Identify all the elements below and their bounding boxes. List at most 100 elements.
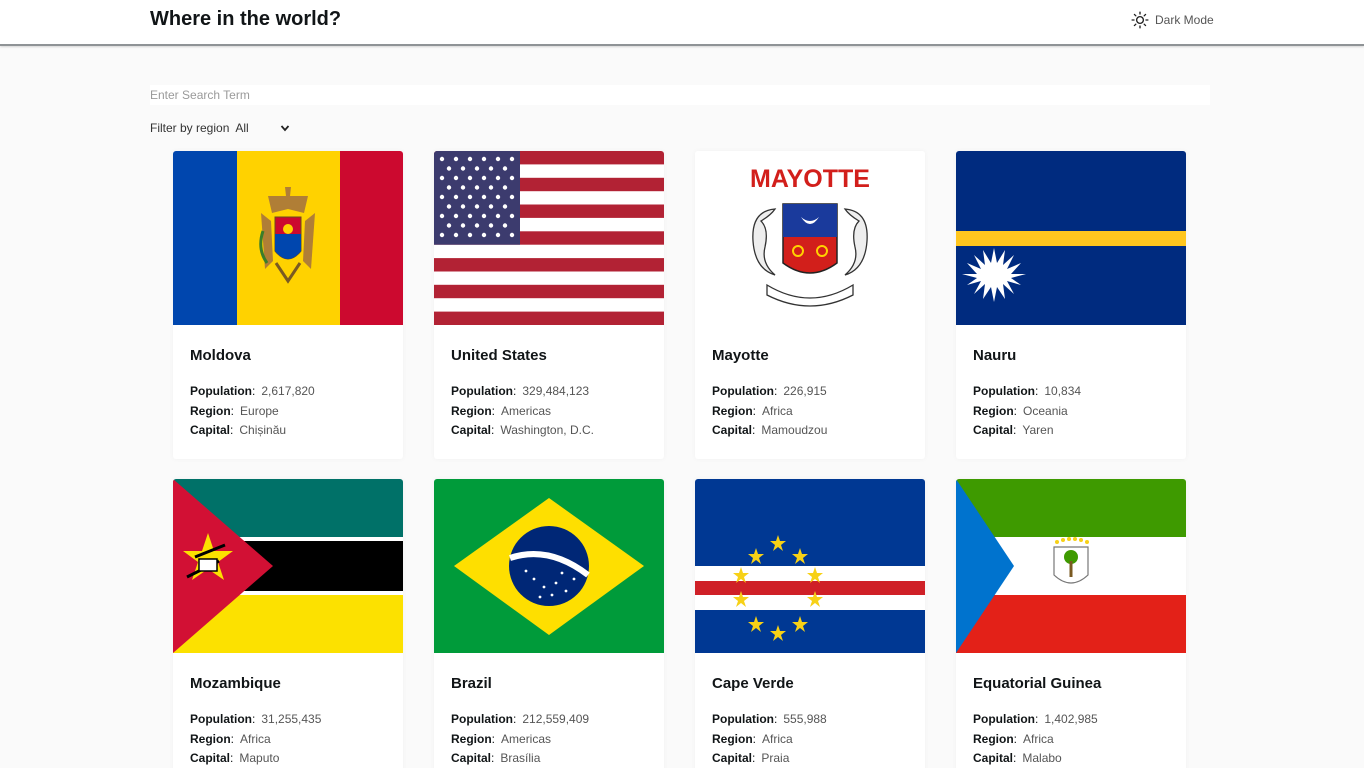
population-row: Population: 555,988 [712,712,827,726]
population-value: 555,988 [783,712,827,726]
country-name: Nauru [973,347,1017,364]
population-value: 31,255,435 [261,712,322,726]
dark-mode-label: Dark Mode [1155,13,1214,27]
capital-row: Capital: Maputo [190,751,280,765]
capital-label: Capital [973,751,1014,765]
region-value: Americas [501,404,552,418]
population-row: Population: 1,402,985 [973,712,1098,726]
population-value: 329,484,123 [522,384,590,398]
flag-moldova [173,151,403,325]
population-row: Population: 212,559,409 [451,712,590,726]
capital-label: Capital [973,423,1014,437]
flag-nauru [956,151,1186,325]
population-value: 2,617,820 [261,384,315,398]
flag-united-states [434,151,664,325]
region-value: Africa [762,732,793,746]
capital-label: Capital [451,423,492,437]
capital-row: Capital: Chișinău [190,423,287,437]
population-label: Population [973,712,1035,726]
population-value: 212,559,409 [522,712,590,726]
region-value: Oceania [1023,404,1068,418]
capital-label: Capital [190,423,231,437]
region-row: Region: Americas [451,732,552,746]
country-card-mozambique[interactable]: Mozambique Population: 31,255,435 Region:… [173,479,403,768]
capital-row: Capital: Brasília [451,751,541,765]
capital-value: Mamoudzou [761,423,828,437]
country-card-united-states[interactable]: United States Population: 329,484,123 Reg… [434,151,664,459]
region-label: Region [451,732,492,746]
capital-value: Maputo [239,751,280,765]
country-name: Mozambique [190,675,281,692]
country-card-nauru[interactable]: Nauru Population: 10,834 Region: Oceania C… [956,151,1186,459]
region-select-value: All [235,121,249,135]
capital-value: Brasília [500,751,541,765]
population-row: Population: 329,484,123 [451,384,590,398]
chevron-down-icon [281,125,290,132]
population-label: Population [712,712,774,726]
population-row: Population: 2,617,820 [190,384,315,398]
header: Where in the world? Dark Mode [0,0,1364,46]
flag-mozambique [173,479,403,653]
region-row: Region: Africa [190,732,271,746]
capital-value: Yaren [1022,423,1054,437]
flag-equatorial-guinea [956,479,1186,653]
region-value: Africa [762,404,793,418]
dark-mode-toggle[interactable]: Dark Mode [1131,11,1214,29]
population-label: Population [712,384,774,398]
region-row: Region: Africa [712,732,793,746]
population-row: Population: 31,255,435 [190,712,322,726]
flag-mayotte: MAYOTTE [695,151,925,325]
capital-value: Praia [761,751,790,765]
capital-value: Washington, D.C. [500,423,594,437]
capital-row: Capital: Mamoudzou [712,423,828,437]
region-label: Region [712,404,753,418]
country-card-cape-verde[interactable]: Cape Verde Population: 555,988 Region: Afr… [695,479,925,768]
region-label: Region [973,732,1014,746]
region-label: Region [451,404,492,418]
region-value: Americas [501,732,552,746]
flag-brazil [434,479,664,653]
country-card-moldova[interactable]: Moldova Population: 2,617,820 Region: Euro… [173,151,403,459]
country-name: Brazil [451,675,492,692]
filter-label: Filter by region [150,121,230,135]
flag-cape-verde [695,479,925,653]
country-name: Cape Verde [712,675,794,692]
region-value: Africa [1023,732,1054,746]
capital-row: Capital: Washington, D.C. [451,423,594,437]
country-name: Equatorial Guinea [973,675,1102,692]
region-row: Region: Africa [973,732,1054,746]
region-row: Region: Europe [190,404,279,418]
population-label: Population [451,712,513,726]
region-label: Region [190,404,231,418]
region-label: Region [712,732,753,746]
search-input[interactable] [150,85,1210,105]
capital-row: Capital: Yaren [973,423,1054,437]
country-name: United States [451,347,547,364]
region-filter: Filter by region All [150,120,290,136]
country-name: Mayotte [712,347,769,364]
mayotte-flag-text: MAYOTTE [750,165,870,193]
region-select[interactable]: All [235,121,290,135]
population-value: 10,834 [1044,384,1082,398]
country-name: Moldova [190,347,251,364]
capital-label: Capital [451,751,492,765]
population-label: Population [190,384,252,398]
population-label: Population [190,712,252,726]
region-label: Region [190,732,231,746]
capital-value: Chișinău [239,423,287,437]
page-title: Where in the world? [150,8,342,30]
capital-label: Capital [190,751,231,765]
population-value: 1,402,985 [1044,712,1098,726]
region-row: Region: Americas [451,404,552,418]
sun-icon [1131,11,1149,29]
region-row: Region: Oceania [973,404,1068,418]
country-card-mayotte[interactable]: MAYOTTE Mayotte Population: 226,915 Regio… [695,151,925,459]
region-value: Africa [240,732,271,746]
capital-value: Malabo [1022,751,1062,765]
country-card-equatorial-guinea[interactable]: Equatorial Guinea Population: 1,402,985 R… [956,479,1186,768]
population-label: Population [973,384,1035,398]
region-row: Region: Africa [712,404,793,418]
capital-label: Capital [712,751,753,765]
population-row: Population: 10,834 [973,384,1082,398]
country-card-brazil[interactable]: Brazil Population: 212,559,409 Region: Ame… [434,479,664,768]
